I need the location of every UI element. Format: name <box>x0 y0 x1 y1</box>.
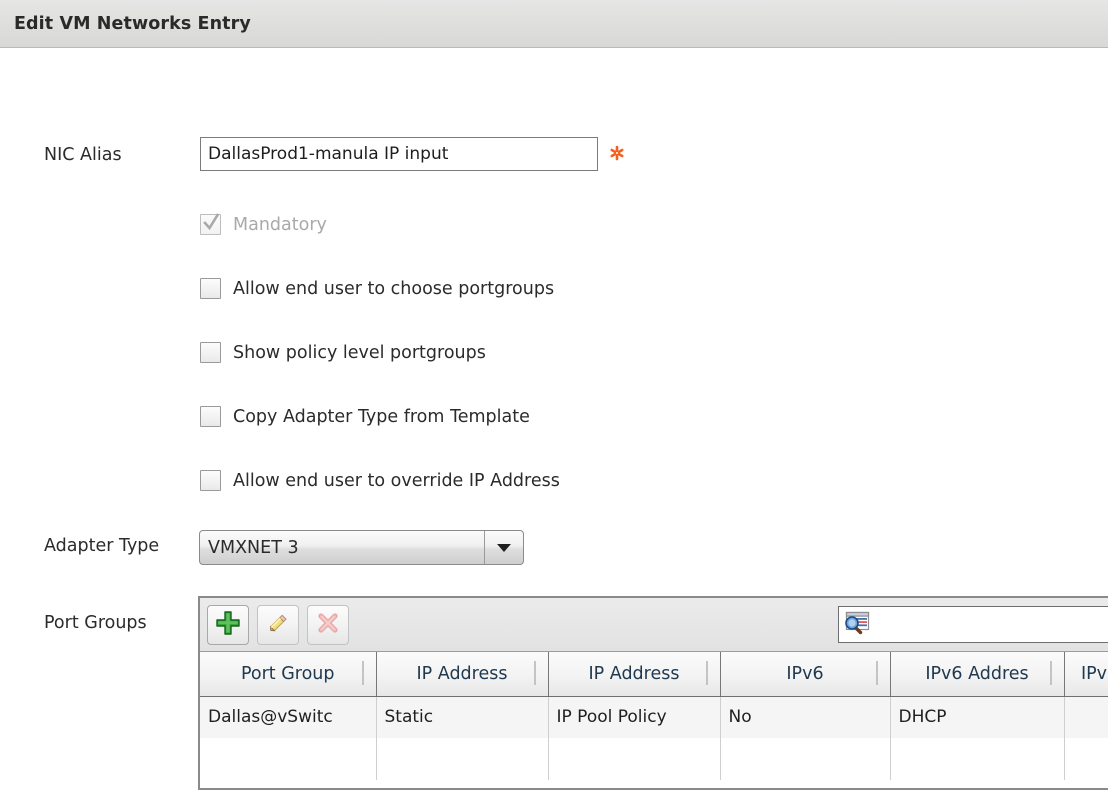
checkbox-row-mandatory[interactable]: Mandatory <box>200 214 327 235</box>
checkbox-allow-choose-portgroups[interactable] <box>200 278 221 299</box>
adapter-type-select[interactable]: VMXNET 3 <box>199 530 524 565</box>
adapter-type-label: Adapter Type <box>44 536 159 556</box>
checkbox-copy-adapter-type[interactable] <box>200 406 221 427</box>
checkbox-row-show-policy-level-portgroups[interactable]: Show policy level portgroups <box>200 342 486 363</box>
pencil-icon <box>265 610 291 640</box>
search-icon <box>843 610 871 640</box>
column-header-label: IPv6 Addres <box>899 664 1056 684</box>
sort-indicator <box>534 661 536 685</box>
checkmark-icon <box>203 213 220 234</box>
checkbox-mandatory[interactable] <box>200 214 221 235</box>
column-header-ipv6[interactable]: IPv6 <box>720 652 890 696</box>
sort-indicator <box>706 661 708 685</box>
table-row[interactable] <box>200 738 1108 780</box>
cell-ipv6-address <box>890 738 1064 780</box>
table-header-row: Port Group IP Address IP Address IPv6 <box>200 652 1108 696</box>
checkbox-label-allow-choose-portgroups: Allow end user to choose portgroups <box>233 279 554 299</box>
cell-ip-address-2: IP Pool Policy <box>548 696 720 738</box>
table-header: Port Group IP Address IP Address IPv6 <box>200 652 1108 696</box>
cell-ip-address-1 <box>376 738 548 780</box>
checkbox-row-copy-adapter-type[interactable]: Copy Adapter Type from Template <box>200 406 530 427</box>
column-header-label: IPv6 <box>729 664 882 684</box>
checkbox-label-copy-adapter-type: Copy Adapter Type from Template <box>233 407 530 427</box>
column-header-ipv-truncated[interactable]: IPv <box>1064 652 1108 696</box>
column-header-port-group[interactable]: Port Group <box>200 652 376 696</box>
cell-ipv-truncated <box>1064 696 1108 738</box>
delete-x-icon <box>315 610 341 640</box>
column-header-label: IP Address <box>557 664 712 684</box>
column-header-ip-address-2[interactable]: IP Address <box>548 652 720 696</box>
column-header-label: IP Address <box>385 664 540 684</box>
delete-button[interactable] <box>307 605 349 645</box>
checkbox-label-allow-override-ip: Allow end user to override IP Address <box>233 471 560 491</box>
adapter-type-value: VMXNET 3 <box>200 531 484 564</box>
checkbox-row-allow-choose-portgroups[interactable]: Allow end user to choose portgroups <box>200 278 554 299</box>
checkbox-row-allow-override-ip[interactable]: Allow end user to override IP Address <box>200 470 560 491</box>
cell-ipv6-address: DHCP <box>890 696 1064 738</box>
nic-alias-label: NIC Alias <box>44 145 122 165</box>
nic-alias-input[interactable] <box>200 137 598 171</box>
checkbox-allow-override-ip[interactable] <box>200 470 221 491</box>
cell-port-group <box>200 738 376 780</box>
column-header-ipv6-address[interactable]: IPv6 Addres <box>890 652 1064 696</box>
cell-ip-address-1: Static <box>376 696 548 738</box>
port-groups-toolbar <box>200 598 1108 652</box>
column-header-label: Port Group <box>208 664 368 684</box>
port-groups-panel: Port Group IP Address IP Address IPv6 <box>198 596 1108 790</box>
table-row[interactable]: Dallas@vSwitc Static IP Pool Policy No D… <box>200 696 1108 738</box>
cell-ipv6 <box>720 738 890 780</box>
page-title: Edit VM Networks Entry <box>14 14 251 34</box>
table-body: Dallas@vSwitc Static IP Pool Policy No D… <box>200 696 1108 780</box>
checkbox-label-mandatory: Mandatory <box>233 215 327 235</box>
cell-port-group: Dallas@vSwitc <box>200 696 376 738</box>
cell-ipv-truncated <box>1064 738 1108 780</box>
add-button[interactable] <box>207 605 249 645</box>
checkbox-label-show-policy-level-portgroups: Show policy level portgroups <box>233 343 486 363</box>
column-header-ip-address-1[interactable]: IP Address <box>376 652 548 696</box>
checkbox-show-policy-level-portgroups[interactable] <box>200 342 221 363</box>
search-input[interactable] <box>871 606 1108 643</box>
edit-button[interactable] <box>257 605 299 645</box>
column-header-label: IPv <box>1073 664 1108 684</box>
search-box[interactable] <box>838 606 1108 643</box>
sort-indicator <box>876 661 878 685</box>
dialog-title-bar: Edit VM Networks Entry <box>0 0 1108 48</box>
port-groups-table: Port Group IP Address IP Address IPv6 <box>200 652 1108 780</box>
required-asterisk-icon <box>608 138 626 168</box>
plus-icon <box>215 610 241 640</box>
cell-ip-address-2 <box>548 738 720 780</box>
chevron-down-icon[interactable] <box>484 531 523 564</box>
port-groups-label: Port Groups <box>44 613 147 633</box>
sort-indicator <box>362 661 364 685</box>
cell-ipv6: No <box>720 696 890 738</box>
sort-indicator <box>1050 661 1052 685</box>
